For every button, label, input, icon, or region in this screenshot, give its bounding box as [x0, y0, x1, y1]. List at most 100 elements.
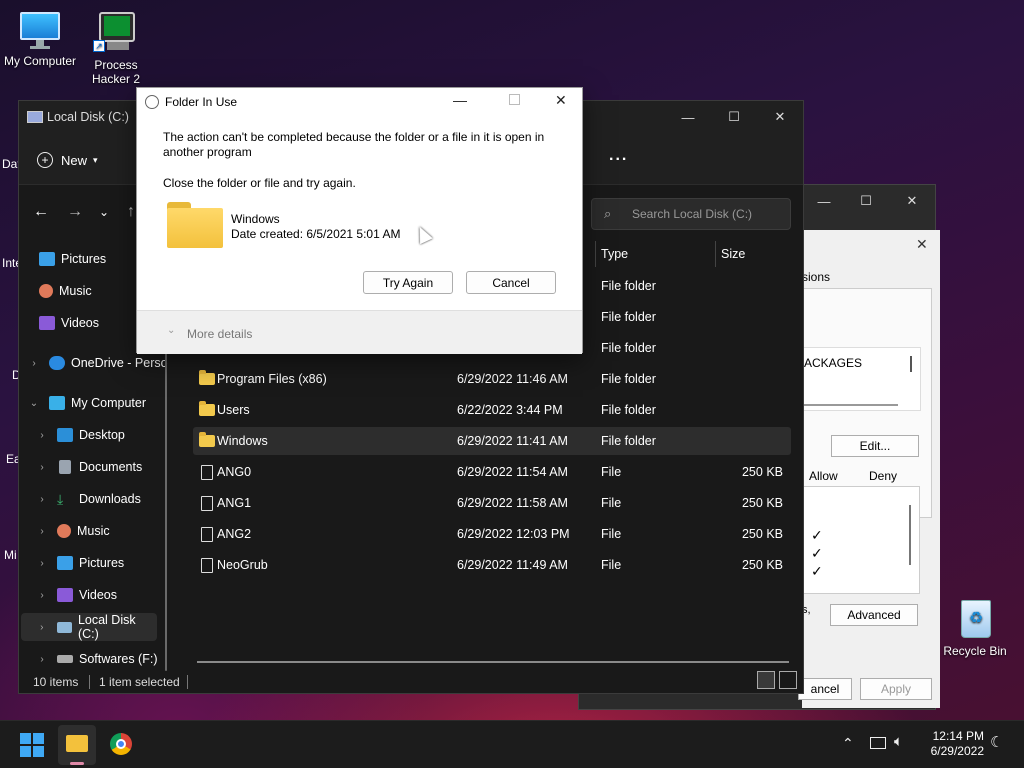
- up-arrow-icon[interactable]: ↑: [127, 203, 135, 221]
- file-type: File: [601, 558, 622, 572]
- desktop-icon-process-hacker[interactable]: ↗ Process Hacker 2: [76, 10, 156, 86]
- start-button[interactable]: [20, 733, 44, 757]
- scrollbar[interactable]: [804, 404, 898, 406]
- allow-header: Allow: [809, 469, 838, 483]
- music-icon: [39, 284, 53, 298]
- more-options-button[interactable]: ...: [609, 147, 628, 165]
- desktop-icon-label: Recycle Bin: [943, 644, 1007, 658]
- focus-assist-icon[interactable]: ☾: [990, 733, 1003, 751]
- minimize-button[interactable]: —: [801, 185, 847, 217]
- chevron-right-icon[interactable]: ›: [35, 526, 49, 537]
- edit-button[interactable]: Edit...: [831, 435, 919, 457]
- taskbar: ⌃ 🔈︎ 12:14 PM 6/29/2022 ☾: [0, 720, 1024, 768]
- scrollbar[interactable]: [910, 356, 912, 372]
- scrollbar[interactable]: [909, 505, 911, 565]
- downloads-icon: ⤓: [57, 491, 64, 507]
- file-row[interactable]: ANG2 6/29/2022 12:03 PM File 250 KB: [193, 520, 791, 548]
- file-name: NeoGrub: [217, 558, 268, 572]
- group-list[interactable]: ACKAGES: [803, 347, 921, 411]
- speaker-icon[interactable]: 🔈︎: [894, 733, 903, 750]
- chevron-down-icon[interactable]: ⌄: [167, 325, 175, 336]
- chevron-right-icon[interactable]: ›: [35, 494, 49, 505]
- close-button[interactable]: ✕: [555, 92, 567, 109]
- chevron-right-icon[interactable]: ›: [35, 654, 49, 665]
- chevron-right-icon[interactable]: ›: [35, 430, 49, 441]
- nav-item-pictures[interactable]: › Pictures: [19, 549, 177, 577]
- close-button[interactable]: ✕: [757, 101, 803, 133]
- chevron-down-icon: ▾: [93, 154, 98, 165]
- desktop-icon-label: Process Hacker 2: [91, 58, 141, 86]
- maximize-button[interactable]: ☐: [711, 101, 757, 133]
- network-icon[interactable]: [870, 737, 886, 749]
- nav-item-videos[interactable]: › Videos: [19, 581, 177, 609]
- column-divider[interactable]: [715, 241, 716, 267]
- file-date: 6/29/2022 11:41 AM: [457, 434, 568, 448]
- maximize-button[interactable]: ☐: [843, 185, 889, 217]
- nav-label: Music: [77, 524, 110, 538]
- file-row[interactable]: ANG1 6/29/2022 11:58 AM File 250 KB: [193, 489, 791, 517]
- tab-security-fragment[interactable]: sions: [802, 270, 830, 284]
- column-header-size[interactable]: Size: [721, 247, 745, 261]
- desktop-icon-recycle-bin[interactable]: ♻ Recycle Bin: [935, 596, 1015, 658]
- minimize-button[interactable]: —: [453, 92, 467, 108]
- file-date: 6/22/2022 3:44 PM: [457, 403, 563, 417]
- file-type: File: [601, 527, 622, 541]
- file-date: 6/29/2022 11:46 AM: [457, 372, 568, 386]
- file-row[interactable]: NeoGrub 6/29/2022 11:49 AM File 250 KB: [193, 551, 791, 579]
- new-button[interactable]: + New ▾: [37, 149, 98, 171]
- nav-label: Documents: [79, 460, 143, 474]
- chevron-right-icon[interactable]: ›: [35, 558, 49, 569]
- check-icon: ✓: [811, 563, 823, 579]
- back-arrow-icon[interactable]: ←: [33, 203, 49, 221]
- advanced-button[interactable]: Advanced: [830, 604, 918, 626]
- chevron-right-icon[interactable]: ›: [35, 590, 49, 601]
- chevron-down-icon[interactable]: ⌄: [99, 205, 109, 219]
- chevron-down-icon[interactable]: ⌄: [27, 398, 41, 409]
- status-item-count: 10 items: [33, 675, 79, 689]
- nav-item-desktop[interactable]: › Desktop: [19, 421, 177, 449]
- cancel-button[interactable]: Cancel: [466, 271, 556, 294]
- taskbar-file-explorer[interactable]: [58, 725, 96, 765]
- clock-icon: [145, 95, 159, 109]
- file-row[interactable]: Program Files (x86) 6/29/2022 11:46 AM F…: [193, 365, 791, 393]
- group-list-item[interactable]: ACKAGES: [804, 356, 862, 370]
- nav-item-downloads[interactable]: › ⤓ Downloads: [19, 485, 177, 513]
- tiles-view-icon[interactable]: [779, 671, 797, 689]
- cancel-button[interactable]: ancel: [798, 678, 852, 700]
- details-view-icon[interactable]: [757, 671, 775, 689]
- try-again-button[interactable]: Try Again: [363, 271, 453, 294]
- file-name: Windows: [217, 434, 268, 448]
- column-header-type[interactable]: Type: [601, 247, 628, 261]
- nav-item-local-disk[interactable]: › Local Disk (C:): [21, 613, 157, 641]
- nav-label: Downloads: [79, 492, 141, 506]
- file-type: File folder: [601, 434, 656, 448]
- search-box[interactable]: ⌕ Search Local Disk (C:): [591, 198, 791, 230]
- nav-item-softwares[interactable]: › Softwares (F:): [19, 645, 177, 673]
- minimize-button[interactable]: —: [665, 101, 711, 133]
- more-details-link[interactable]: More details: [187, 327, 252, 341]
- window-title: Local Disk (C:): [47, 110, 129, 124]
- file-row[interactable]: ANG0 6/29/2022 11:54 AM File 250 KB: [193, 458, 791, 486]
- column-divider[interactable]: [595, 241, 596, 267]
- chrome-icon[interactable]: [110, 733, 132, 755]
- chevron-right-icon[interactable]: ›: [27, 358, 41, 369]
- close-icon[interactable]: ✕: [916, 236, 928, 253]
- chevron-up-icon[interactable]: ⌃: [842, 735, 854, 752]
- nav-item-music[interactable]: › Music: [19, 517, 177, 545]
- pictures-icon: [57, 556, 73, 570]
- file-row[interactable]: Windows 6/29/2022 11:41 AM File folder: [193, 427, 791, 455]
- file-icon: [201, 526, 213, 542]
- clock[interactable]: 12:14 PM 6/29/2022: [918, 729, 984, 759]
- folder-icon: [199, 401, 215, 416]
- apply-button[interactable]: Apply: [860, 678, 932, 700]
- forward-arrow-icon[interactable]: →: [67, 203, 83, 221]
- nav-item-documents[interactable]: › Documents: [19, 453, 177, 481]
- file-name: ANG0: [217, 465, 252, 479]
- desktop-icon-my-computer[interactable]: My Computer: [0, 10, 80, 68]
- file-row[interactable]: Users 6/22/2022 3:44 PM File folder: [193, 396, 791, 424]
- nav-item-my-computer[interactable]: ⌄ My Computer: [19, 389, 177, 417]
- chevron-right-icon[interactable]: ›: [35, 462, 49, 473]
- horizontal-scrollbar[interactable]: [197, 661, 789, 663]
- chevron-right-icon[interactable]: ›: [35, 622, 49, 633]
- close-button[interactable]: ✕: [889, 185, 935, 217]
